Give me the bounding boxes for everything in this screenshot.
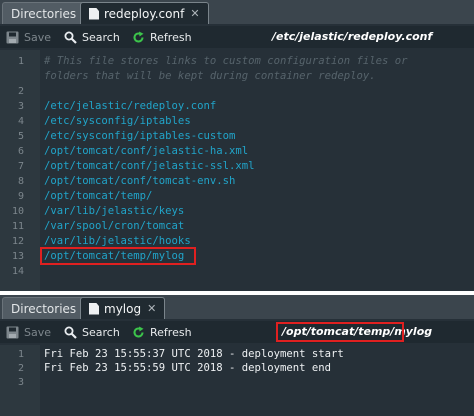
- code-line: 2: [0, 84, 474, 99]
- code-line: folders that will be kept during contain…: [0, 69, 474, 84]
- tab-directories[interactable]: Directories: [2, 297, 86, 319]
- refresh-button[interactable]: Refresh: [132, 29, 192, 45]
- code-line: 14: [0, 264, 474, 279]
- code-editor[interactable]: 1 Fri Feb 23 15:55:37 UTC 2018 - deployme…: [0, 345, 474, 416]
- code-line: 1 Fri Feb 23 15:55:37 UTC 2018 - deployme…: [0, 347, 474, 362]
- editor-toolbar: Save Search Refresh /etc/jelastic/redepl…: [0, 26, 474, 48]
- code-text: /opt/tomcat/conf/jelastic-ssl.xml: [44, 160, 255, 172]
- code-line: 6/opt/tomcat/conf/jelastic-ha.xml: [0, 144, 474, 159]
- tab-label: Directories: [11, 6, 77, 21]
- line-number: 9: [17, 191, 24, 202]
- code-line: 7/opt/tomcat/conf/jelastic-ssl.xml: [0, 159, 474, 174]
- search-button[interactable]: Search: [64, 324, 120, 340]
- line-number: 2: [17, 86, 24, 97]
- tab-bar: Directories mylog ✕: [0, 295, 474, 319]
- editor-panel-mylog: Directories mylog ✕ Save Search Refresh …: [0, 295, 474, 416]
- refresh-icon: [133, 31, 144, 42]
- floppy-disk-icon: [6, 31, 19, 43]
- line-number: 12: [11, 236, 24, 247]
- line-number: 8: [17, 176, 24, 187]
- line-number: 6: [17, 146, 24, 157]
- search-icon: [64, 326, 77, 339]
- code-line: 10/var/lib/jelastic/keys: [0, 204, 474, 219]
- code-text: /etc/jelastic/redeploy.conf: [44, 100, 217, 112]
- code-text: Fri Feb 23 15:55:37 UTC 2018 - deploymen…: [44, 348, 344, 360]
- line-number: 11: [11, 221, 24, 232]
- code-text: /etc/sysconfig/iptables: [44, 115, 191, 127]
- code-line: 5/etc/sysconfig/iptables-custom: [0, 129, 474, 144]
- tab-label: Directories: [11, 301, 77, 316]
- line-number: 5: [17, 131, 24, 142]
- refresh-button[interactable]: Refresh: [132, 324, 192, 340]
- code-text: # This file stores links to custom confi…: [44, 55, 408, 67]
- line-number: 2: [17, 363, 24, 374]
- code-line: 8/opt/tomcat/conf/tomcat-env.sh: [0, 174, 474, 189]
- tab-bar: Directories redeploy.conf ✕: [0, 0, 474, 24]
- code-line: 2 Fri Feb 23 15:55:59 UTC 2018 - deployme…: [0, 361, 474, 376]
- tab-redeploy-conf[interactable]: redeploy.conf ✕: [80, 2, 209, 24]
- code-editor[interactable]: 1 # This file stores links to custom conf…: [0, 50, 474, 291]
- code-text: /var/spool/cron/tomcat: [44, 220, 185, 232]
- file-icon: [89, 7, 99, 20]
- code-line: 9/opt/tomcat/temp/: [0, 189, 474, 204]
- editor-panel-redeploy: Directories redeploy.conf ✕ Save Search: [0, 0, 474, 291]
- line-number: 14: [11, 266, 24, 277]
- tab-mylog[interactable]: mylog ✕: [80, 297, 166, 319]
- code-text: /opt/tomcat/temp/: [44, 190, 153, 202]
- tab-directories[interactable]: Directories: [2, 2, 86, 24]
- line-number: 1: [17, 56, 24, 67]
- tab-label: mylog: [104, 301, 142, 316]
- code-text: /var/lib/jelastic/keys: [44, 205, 185, 217]
- search-icon: [64, 31, 77, 44]
- code-text: /etc/sysconfig/iptables-custom: [44, 130, 236, 142]
- line-number: 4: [17, 116, 24, 127]
- refresh-icon: [133, 326, 144, 337]
- code-line: 3: [0, 375, 474, 390]
- code-line: 4/etc/sysconfig/iptables: [0, 114, 474, 129]
- editor-toolbar: Save Search Refresh /opt/tomcat/temp/myl…: [0, 321, 474, 343]
- line-number: 7: [17, 161, 24, 172]
- code-text: /opt/tomcat/conf/tomcat-env.sh: [44, 175, 236, 187]
- tab-label: redeploy.conf: [104, 6, 185, 21]
- save-button[interactable]: Save: [6, 324, 51, 340]
- close-icon[interactable]: ✕: [147, 302, 156, 315]
- search-button[interactable]: Search: [64, 29, 120, 45]
- line-number: 13: [11, 251, 24, 262]
- code-text: Fri Feb 23 15:55:59 UTC 2018 - deploymen…: [44, 362, 332, 374]
- floppy-disk-icon: [6, 326, 19, 338]
- file-path-label: /etc/jelastic/redeploy.conf: [272, 30, 433, 43]
- code-text: folders that will be kept during contain…: [44, 70, 376, 82]
- line-number: 1: [17, 349, 24, 360]
- code-line: 3/etc/jelastic/redeploy.conf: [0, 99, 474, 114]
- line-number: 3: [17, 101, 24, 112]
- code-line: 11/var/spool/cron/tomcat: [0, 219, 474, 234]
- line-number: 3: [17, 377, 24, 388]
- line-number: 10: [11, 206, 24, 217]
- close-icon[interactable]: ✕: [190, 7, 199, 20]
- highlight-box: [40, 247, 196, 265]
- code-text: /opt/tomcat/conf/jelastic-ha.xml: [44, 145, 249, 157]
- highlight-box: [276, 322, 404, 342]
- file-icon: [89, 302, 99, 315]
- save-button[interactable]: Save: [6, 29, 51, 45]
- code-line: 1 # This file stores links to custom conf…: [0, 54, 474, 69]
